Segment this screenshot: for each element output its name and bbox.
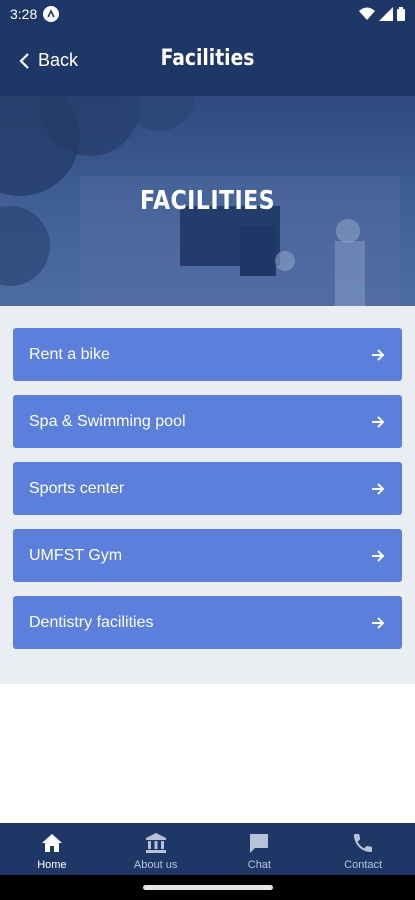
nav-item-home[interactable]: Home	[0, 823, 104, 875]
facility-label: Rent a bike	[29, 345, 110, 363]
status-bar: 3:28	[0, 0, 415, 28]
arrow-right-icon	[372, 348, 385, 361]
phone-icon	[354, 834, 373, 852]
facility-item-umfst-gym[interactable]: UMFST Gym	[13, 529, 402, 582]
bank-icon	[145, 833, 166, 853]
facility-label: Sports center	[29, 479, 125, 497]
facilities-list: Rent a bike Spa & Swimming pool Sports c…	[0, 306, 415, 684]
gesture-handle[interactable]	[142, 885, 273, 890]
nav-label: About us	[133, 859, 178, 871]
hero-title: FACILITIES	[140, 186, 275, 216]
nav-label: Contact	[344, 859, 383, 871]
chevron-left-icon	[19, 52, 29, 69]
facility-label: Spa & Swimming pool	[29, 412, 186, 430]
facility-label: UMFST Gym	[29, 546, 123, 564]
notification-app-icon	[43, 6, 60, 22]
system-gesture-bar	[0, 875, 415, 900]
status-indicators	[359, 7, 405, 21]
cell-signal-icon	[379, 7, 393, 21]
arrow-right-icon	[372, 482, 385, 495]
facility-item-sports-center[interactable]: Sports center	[13, 462, 402, 515]
page-title: Facilities	[160, 46, 255, 71]
arrow-right-icon	[372, 549, 385, 562]
arrow-right-icon	[372, 616, 385, 629]
facility-label: Dentistry facilities	[29, 613, 154, 631]
arrow-right-icon	[372, 415, 385, 428]
nav-item-contact[interactable]: Contact	[311, 823, 415, 875]
facility-item-dentistry-facilities[interactable]: Dentistry facilities	[13, 596, 402, 649]
battery-icon	[397, 7, 405, 21]
wifi-icon	[359, 7, 375, 20]
nav-item-about-us[interactable]: About us	[104, 823, 208, 875]
nav-label: Home	[37, 859, 67, 871]
nav-label: Chat	[247, 859, 271, 871]
bottom-navigation: Home About us Chat Contact	[0, 823, 415, 875]
chat-icon	[250, 834, 269, 853]
nav-item-chat[interactable]: Chat	[208, 823, 312, 875]
facility-item-rent-a-bike[interactable]: Rent a bike	[13, 328, 402, 381]
app-bar: Back Facilities	[0, 28, 415, 96]
home-icon	[41, 834, 62, 852]
status-time: 3:28	[10, 6, 38, 22]
hero-banner: FACILITIES	[0, 96, 415, 306]
facility-item-spa-swimming-pool[interactable]: Spa & Swimming pool	[13, 395, 402, 448]
